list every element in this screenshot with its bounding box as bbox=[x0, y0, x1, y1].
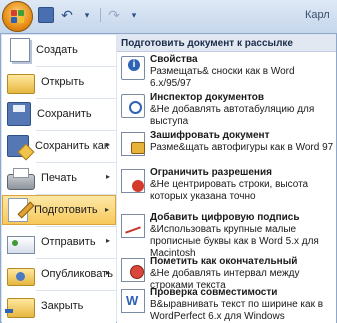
save-as-icon bbox=[7, 135, 29, 157]
menu-item-send[interactable]: Отправить ▸ bbox=[2, 227, 116, 257]
open-folder-icon bbox=[7, 74, 35, 94]
submenu-item-title: Ограничить разрешения bbox=[150, 167, 272, 178]
submenu-item-title: Свойства bbox=[150, 54, 198, 65]
printer-icon bbox=[7, 168, 35, 190]
menu-item-label: Сохранить как bbox=[35, 140, 109, 152]
submenu-item-description: &Не центрировать строки, высота которых … bbox=[150, 179, 309, 202]
properties-icon bbox=[121, 56, 145, 80]
submenu-header: Подготовить документ к рассылке bbox=[117, 35, 336, 52]
prepare-submenu: Подготовить документ к рассылке Свойства… bbox=[117, 35, 336, 323]
submenu-arrow-icon: ▸ bbox=[105, 140, 110, 149]
digital-signature-icon bbox=[121, 214, 145, 238]
menu-item-close[interactable]: Закрыть bbox=[2, 291, 116, 321]
new-document-icon bbox=[10, 38, 30, 62]
inspect-document-icon bbox=[121, 94, 145, 118]
submenu-item-encrypt-document[interactable]: Зашифровать документ Разме&щать автофигу… bbox=[117, 130, 336, 162]
submenu-item-restrict-permission[interactable]: Ограничить разрешения &Не центрировать с… bbox=[117, 167, 336, 209]
customize-toolbar-icon[interactable]: ▾ bbox=[127, 8, 141, 22]
publish-icon bbox=[7, 268, 35, 286]
office-menu: Создать Открыть Сохранить Сохранить как … bbox=[0, 33, 337, 323]
window-title: Карл bbox=[305, 9, 330, 21]
submenu-item-inspect-document[interactable]: Инспектор документов &Не добавлять автот… bbox=[117, 92, 336, 127]
quick-access-toolbar: ↶ ▾ ↷ ▾ bbox=[38, 7, 141, 23]
save-icon bbox=[7, 102, 31, 126]
submenu-item-description: &Не добавлять автотабуляцию для выступа bbox=[150, 104, 315, 127]
compatibility-check-icon bbox=[121, 289, 145, 313]
submenu-arrow-icon: ▸ bbox=[105, 172, 110, 181]
save-icon[interactable] bbox=[38, 7, 54, 23]
menu-item-label: Печать bbox=[41, 172, 78, 184]
restrict-permission-icon bbox=[121, 169, 145, 193]
encrypt-lock-icon bbox=[121, 132, 145, 156]
menu-item-label: Опубликовать bbox=[41, 268, 113, 280]
menu-item-prepare[interactable]: Подготовить ▸ bbox=[2, 195, 116, 225]
menu-item-label: Подготовить bbox=[34, 204, 98, 216]
office-menu-commands: Создать Открыть Сохранить Сохранить как … bbox=[2, 35, 116, 323]
office-button[interactable] bbox=[2, 1, 33, 32]
submenu-item-title: Зашифровать документ bbox=[150, 130, 270, 141]
submenu-item-description: &Использовать крупные малые прописные бу… bbox=[150, 224, 319, 259]
submenu-item-title: Инспектор документов bbox=[150, 92, 265, 103]
menu-item-save[interactable]: Сохранить bbox=[2, 99, 116, 129]
menu-item-label: Отправить bbox=[41, 236, 96, 248]
submenu-item-description: Размещать& сноски как в Word 6.x/95/97 bbox=[150, 66, 295, 89]
prepare-icon bbox=[8, 198, 28, 222]
office-logo-icon bbox=[11, 10, 24, 23]
menu-item-label: Сохранить bbox=[37, 108, 92, 120]
menu-item-label: Закрыть bbox=[41, 300, 84, 312]
menu-item-open[interactable]: Открыть bbox=[2, 67, 116, 97]
menu-item-label: Создать bbox=[36, 44, 78, 56]
redo-icon[interactable]: ↷ bbox=[107, 8, 121, 22]
close-folder-icon bbox=[5, 298, 35, 318]
mark-final-icon bbox=[121, 258, 145, 282]
submenu-item-description: В&ыравнивать текст по ширине как в WordP… bbox=[150, 299, 324, 322]
submenu-item-mark-final[interactable]: Пометить как окончательный &Не добавлять… bbox=[117, 256, 336, 291]
submenu-item-title: Пометить как окончательный bbox=[150, 256, 298, 267]
menu-item-print[interactable]: Печать ▸ bbox=[2, 163, 116, 193]
submenu-item-description: Разме&щать автофигуры как в Word 97 bbox=[150, 142, 334, 153]
toolbar-separator bbox=[100, 8, 101, 22]
send-icon bbox=[7, 235, 35, 254]
menu-item-save-as[interactable]: Сохранить как ▸ bbox=[2, 131, 116, 161]
undo-icon[interactable]: ↶ bbox=[60, 8, 74, 22]
submenu-arrow-icon: ▸ bbox=[104, 205, 109, 214]
menu-item-publish[interactable]: Опубликовать ▸ bbox=[2, 259, 116, 289]
submenu-item-compatibility-check[interactable]: Проверка совместимости В&ыравнивать текс… bbox=[117, 287, 336, 323]
menu-item-label: Открыть bbox=[41, 76, 85, 88]
chevron-down-icon[interactable]: ▾ bbox=[80, 8, 94, 22]
submenu-item-properties[interactable]: Свойства Размещать& сноски как в Word 6.… bbox=[117, 54, 336, 89]
submenu-item-digital-signature[interactable]: Добавить цифровую подпись &Использовать … bbox=[117, 212, 336, 259]
submenu-arrow-icon: ▸ bbox=[105, 268, 110, 277]
submenu-item-title: Проверка совместимости bbox=[150, 287, 278, 298]
submenu-item-title: Добавить цифровую подпись bbox=[150, 212, 300, 223]
submenu-arrow-icon: ▸ bbox=[105, 236, 110, 245]
title-bar: ↶ ▾ ↷ ▾ Карл bbox=[0, 0, 337, 34]
menu-item-new[interactable]: Создать bbox=[2, 35, 116, 65]
